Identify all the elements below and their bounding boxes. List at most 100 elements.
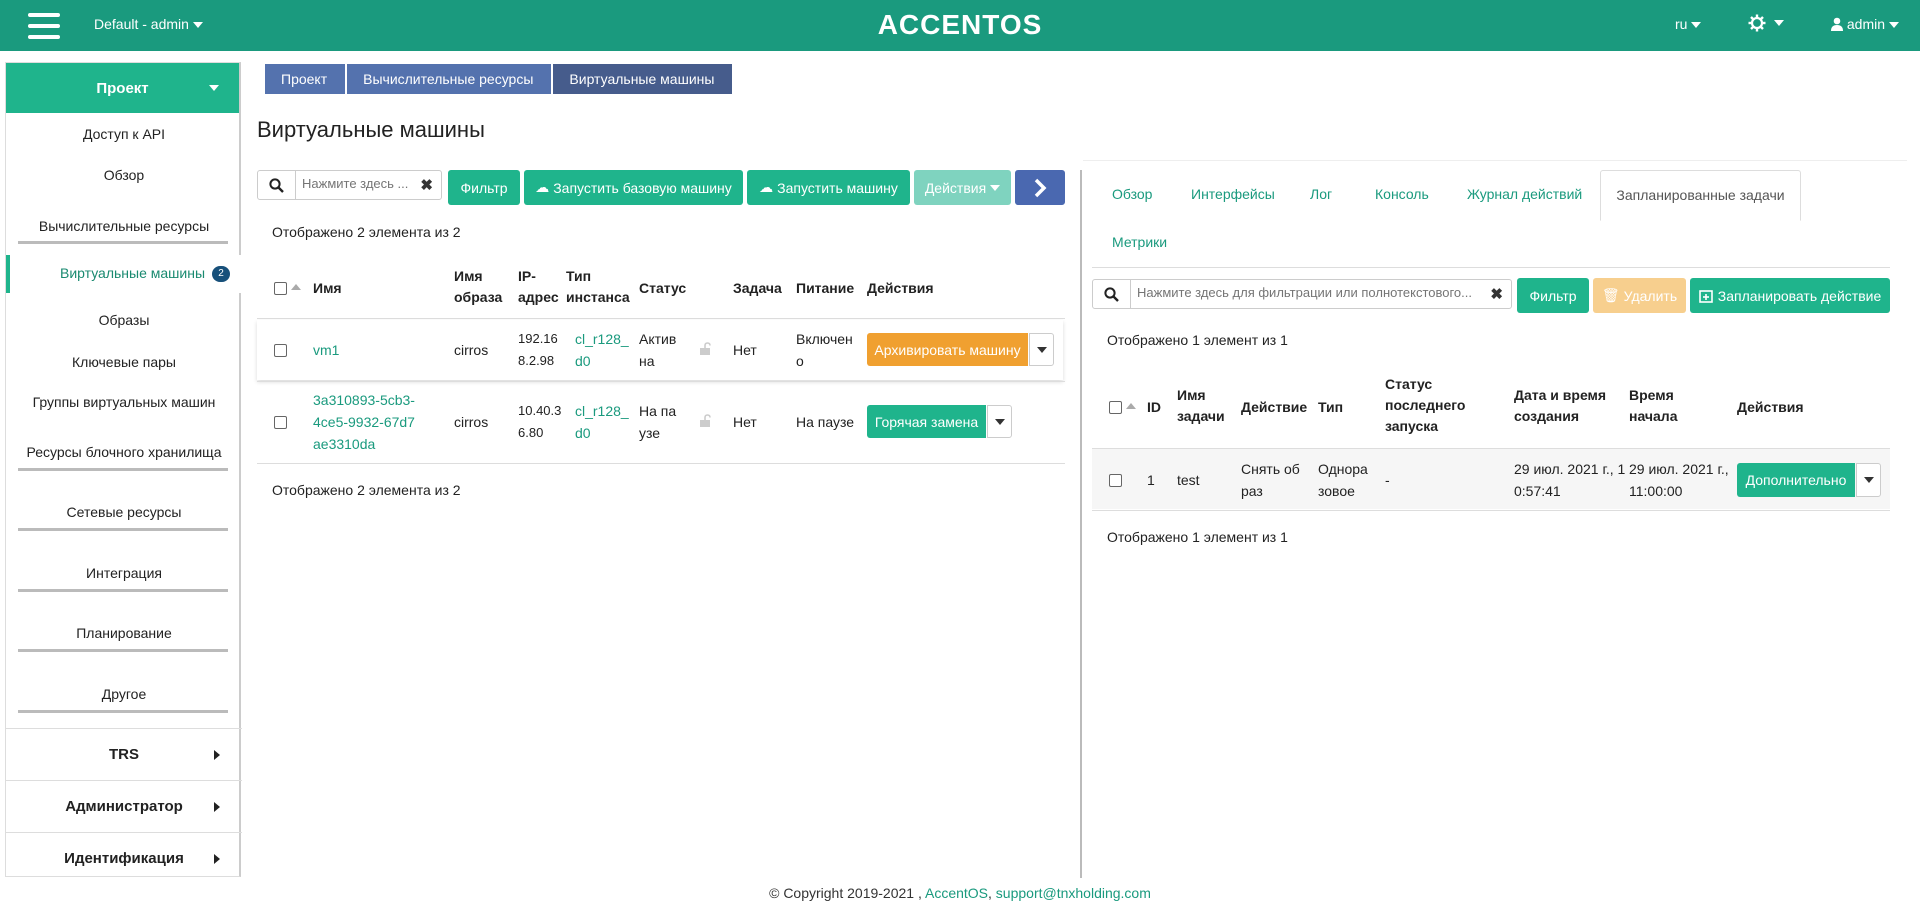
row-checkbox[interactable] [274,344,287,357]
settings-menu[interactable] [1748,14,1784,32]
vm-search-input[interactable] [302,176,417,191]
archive-vm-button[interactable]: Архивировать машину [867,333,1028,366]
col-type[interactable]: Тип [1318,397,1343,418]
clear-search-icon[interactable]: ✖ [1490,285,1503,303]
row-actions-dropdown[interactable] [1029,333,1054,366]
sidebar-item-block-storage[interactable]: Ресурсы блочного хранилища [6,444,242,460]
project-selector[interactable]: Default - admin [94,16,203,32]
sidebar-section-identity-label: Идентификация [64,850,184,867]
vm-actions-dropdown[interactable]: Действия [914,170,1011,205]
sidebar-item-virtual-machines[interactable]: Виртуальные машины 2 [6,255,242,293]
col-action[interactable]: Действие [1241,397,1307,418]
task-search-input[interactable] [1137,285,1487,300]
sidebar-item-network[interactable]: Сетевые ресурсы [6,504,242,520]
sidebar-section-trs[interactable]: TRS [6,728,242,780]
launch-base-vm-button[interactable]: ☁ Запустить базовую машину [524,170,743,205]
col-task-name[interactable]: Имя задачи [1177,385,1225,427]
sidebar-item-api-access[interactable]: Доступ к API [6,126,242,142]
select-all-tasks-checkbox[interactable] [1109,401,1122,414]
task-action: Снять об раз [1241,458,1300,502]
task-type-line: зовое [1318,483,1355,499]
vm-name-link[interactable]: 3a310893-5cb3- 4ce5-9932-67d7 ae3310da [313,389,415,455]
schedule-action-button[interactable]: Запланировать действие [1690,278,1890,313]
sidebar-project-header[interactable]: Проект [6,63,239,113]
vm-actions-label: Действия [924,179,987,196]
sidebar-divider [18,649,228,652]
tab-overview[interactable]: Обзор [1112,186,1152,202]
col-start-time[interactable]: Время начала [1629,385,1678,427]
select-all-checkbox[interactable] [274,282,287,295]
sidebar-section-identity[interactable]: Идентификация [6,832,242,884]
task-filter-button[interactable]: Фильтр [1517,278,1589,313]
col-status[interactable]: Статус [639,278,686,299]
sidebar-section-admin[interactable]: Администратор [6,780,242,832]
vm-task: Нет [733,414,757,430]
clear-search-icon[interactable]: ✖ [420,176,433,194]
col-last-run-status[interactable]: Статус последнего запуска [1385,374,1465,437]
row-actions-dropdown[interactable] [987,405,1012,438]
tab-log[interactable]: Лог [1310,186,1332,202]
col-created[interactable]: Дата и время создания [1514,385,1606,427]
sidebar-item-virtual-machines-label: Виртуальные машины [60,265,206,281]
gear-icon [1748,14,1766,32]
vm-status-line: узе [639,425,661,441]
launch-vm-button[interactable]: ☁ Запустить машину [747,170,910,205]
task-start-time: 29 июл. 2021 г., 11:00:00 [1629,458,1729,502]
vm-status-line: На па [639,403,677,419]
more-button[interactable]: Дополнительно [1737,463,1855,497]
tab-console[interactable]: Консоль [1375,186,1429,202]
task-actions-dropdown[interactable] [1856,463,1881,497]
vm-name-line: 4ce5-9932-67d7 [313,414,415,430]
sort-icon[interactable] [291,284,301,290]
vm-filter-button[interactable]: Фильтр [448,170,520,205]
vm-ip-line: 10.40.3 [518,403,562,418]
col-id[interactable]: ID [1147,397,1161,418]
hot-swap-button[interactable]: Горячая замена [867,405,986,438]
sidebar-item-images[interactable]: Образы [6,312,242,328]
col-ip[interactable]: IP-адрес [518,266,559,308]
tab-interfaces[interactable]: Интерфейсы [1191,186,1275,202]
language-selector[interactable]: ru [1675,16,1702,32]
sidebar-item-planning[interactable]: Планирование [6,625,242,641]
vm-flavor-link[interactable]: cl_r128_ d0 [575,328,629,372]
panel-divider [1080,170,1082,878]
col-image[interactable]: Имя образа [454,266,502,308]
vm-name-link[interactable]: vm1 [313,339,339,361]
col-name[interactable]: Имя [313,278,342,299]
col-task[interactable]: Задача [733,278,782,299]
accentos-link[interactable]: AccentOS [925,885,988,901]
delete-task-button[interactable]: 🗑 Удалить [1593,278,1686,313]
col-start-time-line: Время [1629,387,1674,403]
sidebar-item-key-pairs[interactable]: Ключевые пары [6,354,242,370]
sidebar-item-server-groups[interactable]: Группы виртуальных машин [6,394,242,410]
vm-flavor-link[interactable]: cl_r128_ d0 [575,400,629,444]
breadcrumb-compute[interactable]: Вычислительные ресурсы [345,64,552,94]
search-icon[interactable] [258,171,296,199]
sort-icon[interactable] [1126,403,1136,409]
vm-flavor-line: d0 [575,353,591,369]
tab-metrics[interactable]: Метрики [1112,234,1167,250]
col-start-time-line: начала [1629,408,1678,424]
col-type[interactable]: Тип инстанса [566,266,630,308]
toggle-panel-button[interactable] [1015,170,1065,205]
sidebar-section-admin-label: Администратор [65,798,183,815]
row-divider [257,381,1065,382]
cloud-upload-icon: ☁ [759,179,774,195]
tab-action-log[interactable]: Журнал действий [1467,186,1582,202]
tab-scheduled-tasks[interactable]: Запланированные задачи [1600,170,1801,221]
breadcrumb-project[interactable]: Проект [265,64,346,94]
col-ip-line: адрес [518,289,559,305]
col-power[interactable]: Питание [796,278,854,299]
row-checkbox[interactable] [1109,474,1122,487]
menu-icon[interactable] [28,13,60,39]
sidebar-item-other[interactable]: Другое [6,686,242,702]
sidebar-item-overview[interactable]: Обзор [6,167,242,183]
row-checkbox[interactable] [274,416,287,429]
user-menu[interactable]: admin [1831,16,1900,32]
vm-power-line: о [796,353,804,369]
sidebar-item-integration[interactable]: Интеграция [6,565,242,581]
search-icon[interactable] [1093,280,1131,308]
sidebar-item-compute[interactable]: Вычислительные ресурсы [6,218,242,234]
vm-ip-line: 6.80 [518,425,544,440]
support-email-link[interactable]: support@tnxholding.com [996,885,1151,901]
